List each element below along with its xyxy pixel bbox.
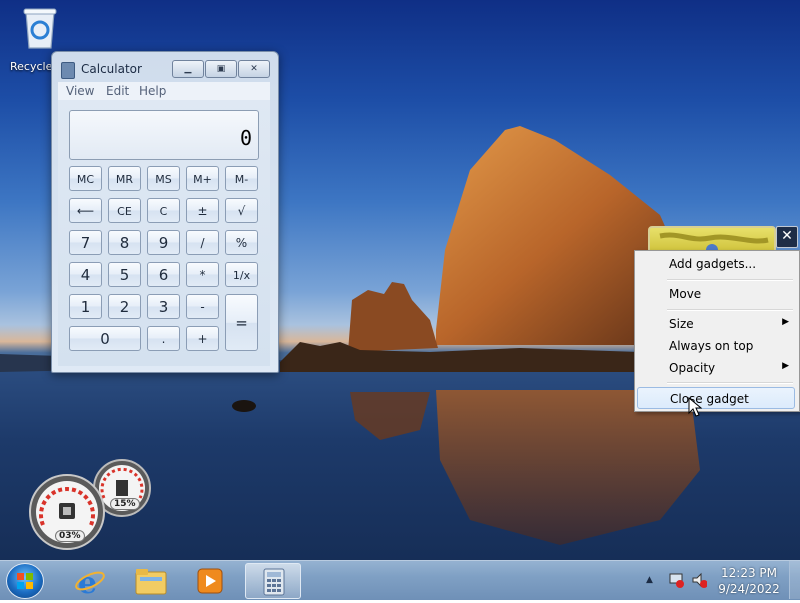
- display-value: 0: [239, 126, 252, 150]
- menu-item-label: Always on top: [669, 339, 754, 353]
- maximize-button[interactable]: ▣: [205, 60, 237, 78]
- maximize-icon: ▣: [216, 64, 226, 74]
- clock-time: 12:23 PM: [721, 566, 777, 580]
- memory-store-button[interactable]: MS: [147, 166, 180, 191]
- add-button[interactable]: +: [186, 326, 219, 351]
- menu-item-label: Size: [669, 317, 694, 331]
- calculator-window[interactable]: Calculator ▁ ▣ ✕ View Edit Help 0 MC MR …: [51, 51, 279, 373]
- equals-button[interactable]: =: [225, 294, 258, 351]
- window-title: Calculator: [81, 62, 142, 76]
- memory-add-button[interactable]: M+: [186, 166, 219, 191]
- media-player-icon: [197, 568, 223, 594]
- decimal-point-button[interactable]: .: [147, 326, 180, 351]
- volume-muted-icon[interactable]: [691, 571, 707, 589]
- recycle-bin-icon: [23, 6, 57, 50]
- system-clock[interactable]: 12:23 PM 9/24/2022: [712, 565, 786, 597]
- digit-8-button[interactable]: 8: [108, 230, 141, 255]
- clear-entry-button[interactable]: CE: [108, 198, 141, 223]
- menu-view[interactable]: View: [66, 84, 94, 98]
- close-icon: ✕: [250, 64, 258, 74]
- digit-0-button[interactable]: 0: [69, 326, 141, 351]
- start-button[interactable]: [6, 563, 44, 599]
- multiply-button[interactable]: *: [186, 262, 219, 287]
- start-orb-icon: [17, 573, 33, 589]
- menu-item-label: Close gadget: [670, 392, 749, 406]
- ram-percent-label: 15%: [110, 498, 140, 510]
- digit-4-button[interactable]: 4: [69, 262, 102, 287]
- taskbar-internet-explorer[interactable]: e: [64, 563, 120, 601]
- show-desktop-button[interactable]: [789, 561, 800, 599]
- menu-item-label: Add gadgets...: [669, 257, 757, 271]
- clear-button[interactable]: C: [147, 198, 180, 223]
- menu-item-add-gadgets[interactable]: Add gadgets...: [637, 254, 795, 274]
- network-icon[interactable]: [668, 571, 684, 589]
- minimize-icon: ▁: [184, 64, 192, 74]
- menu-edit[interactable]: Edit: [106, 84, 129, 98]
- show-hidden-icons-button[interactable]: ▲: [646, 575, 653, 585]
- menu-item-move[interactable]: Move: [637, 284, 795, 304]
- menu-item-opacity[interactable]: Opacity ▶: [637, 358, 795, 378]
- calculator-titlebar[interactable]: Calculator ▁ ▣ ✕: [52, 52, 278, 82]
- calculator-icon: [263, 568, 285, 596]
- digit-1-button[interactable]: 1: [69, 294, 102, 319]
- menu-help[interactable]: Help: [139, 84, 166, 98]
- gadget-context-menu: Add gadgets... Move Size ▶ Always on top…: [634, 250, 800, 412]
- digit-3-button[interactable]: 3: [147, 294, 180, 319]
- menu-item-always-on-top[interactable]: Always on top: [637, 336, 795, 356]
- digit-9-button[interactable]: 9: [147, 230, 180, 255]
- calculator-app-icon: [61, 62, 75, 79]
- submenu-arrow-icon: ▶: [782, 317, 789, 327]
- calculator-display: 0: [69, 110, 259, 160]
- taskbar-calculator[interactable]: [245, 563, 301, 599]
- percent-button[interactable]: %: [225, 230, 258, 255]
- menu-separator: [667, 279, 793, 281]
- divide-button[interactable]: /: [186, 230, 219, 255]
- menu-bar: View Edit Help: [58, 82, 270, 100]
- cpu-meter-gadget[interactable]: 03%: [28, 473, 106, 551]
- minimize-button[interactable]: ▁: [172, 60, 204, 78]
- memory-recall-button[interactable]: MR: [108, 166, 141, 191]
- calculator-body: 0 MC MR MS M+ M- ⟵ CE C ± √ 7 8 9 / % 4 …: [58, 100, 270, 366]
- close-button[interactable]: ✕: [238, 60, 270, 78]
- submenu-arrow-icon: ▶: [782, 361, 789, 371]
- svg-text:e: e: [78, 566, 97, 599]
- menu-separator: [667, 309, 793, 311]
- menu-separator: [667, 382, 793, 384]
- taskbar: e ▲ 12:23 PM 9/24/2022: [0, 560, 800, 601]
- menu-item-close-gadget[interactable]: Close gadget: [637, 387, 795, 409]
- digit-2-button[interactable]: 2: [108, 294, 141, 319]
- menu-item-size[interactable]: Size ▶: [637, 314, 795, 334]
- internet-explorer-icon: e: [75, 566, 105, 601]
- digit-5-button[interactable]: 5: [108, 262, 141, 287]
- memory-subtract-button[interactable]: M-: [225, 166, 258, 191]
- cpu-percent-label: 03%: [55, 530, 85, 542]
- subtract-button[interactable]: -: [186, 294, 219, 319]
- memory-clear-button[interactable]: MC: [69, 166, 102, 191]
- close-icon: ✕: [781, 228, 793, 244]
- gadget-close-button[interactable]: ✕: [776, 226, 798, 248]
- windows-explorer-icon: [135, 569, 167, 595]
- digit-6-button[interactable]: 6: [147, 262, 180, 287]
- square-root-button[interactable]: √: [225, 198, 258, 223]
- recycle-bin-desktop-icon[interactable]: Recycle Bin: [8, 6, 73, 73]
- clock-date: 9/24/2022: [718, 582, 780, 596]
- taskbar-windows-explorer[interactable]: [124, 563, 180, 599]
- reciprocal-button[interactable]: 1/x: [225, 262, 258, 287]
- mouse-cursor-icon: [688, 397, 702, 417]
- digit-7-button[interactable]: 7: [69, 230, 102, 255]
- menu-item-label: Opacity: [669, 361, 716, 375]
- negate-button[interactable]: ±: [186, 198, 219, 223]
- backspace-button[interactable]: ⟵: [69, 198, 102, 223]
- menu-item-label: Move: [669, 287, 702, 301]
- taskbar-media-player[interactable]: [182, 563, 238, 599]
